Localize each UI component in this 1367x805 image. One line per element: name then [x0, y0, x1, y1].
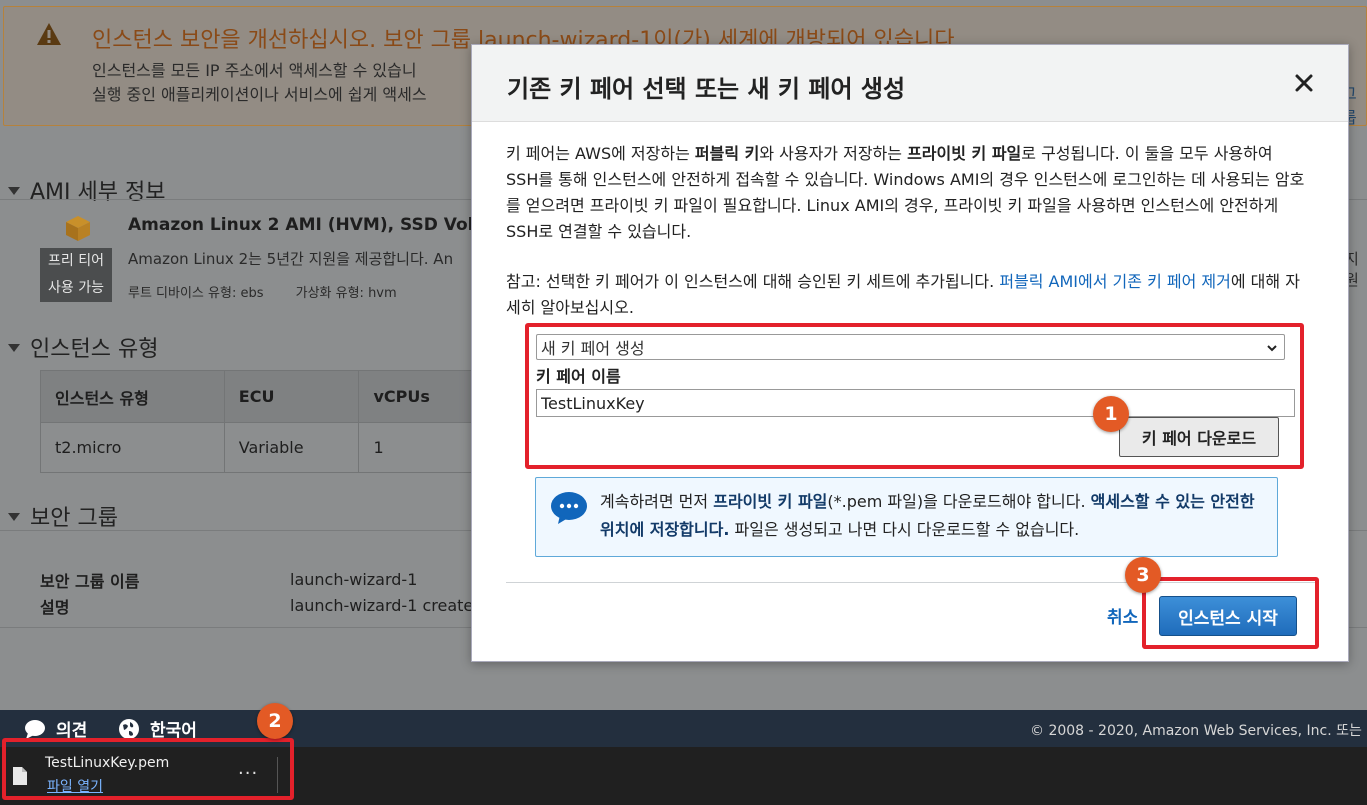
speech-bubble-icon — [25, 719, 45, 739]
collapse-triangle-icon — [8, 513, 20, 521]
warning-icon — [37, 23, 61, 45]
collapse-triangle-icon — [8, 344, 20, 352]
globe-icon — [119, 718, 139, 739]
column-header: 인스턴스 유형 — [40, 370, 225, 423]
free-tier-badge: 프리 티어 사용 가능 — [40, 248, 112, 302]
ami-meta: 루트 디바이스 유형: ebs 가상화 유형: hvm — [128, 282, 425, 301]
info-alert-text: 계속하려면 먼저 프라이빗 키 파일(*.pem 파일)을 다운로드해야 합니다… — [600, 488, 1270, 544]
dialog-header: 기존 키 페어 선택 또는 새 키 페어 생성 — [472, 45, 1348, 122]
annotation-box-2 — [2, 738, 294, 800]
text-run: 와 사용자가 저장하는 — [759, 144, 908, 163]
text-run-bold: 프라이빗 키 파일 — [713, 492, 828, 511]
free-tier-line-1: 프리 티어 — [48, 253, 104, 269]
annotation-badge-3: 3 — [1125, 557, 1161, 593]
root-device-type: 루트 디바이스 유형: ebs — [128, 286, 264, 301]
collapse-triangle-icon — [8, 187, 20, 195]
virtualization-type: 가상화 유형: hvm — [295, 286, 397, 301]
dialog-title: 기존 키 페어 선택 또는 새 키 페어 생성 — [507, 75, 906, 103]
warning-line-1: 인스턴스를 모든 IP 주소에서 액세스할 수 있습니 — [92, 61, 417, 80]
ami-section-heading[interactable]: AMI 세부 정보 — [8, 174, 165, 206]
free-tier-line-2: 사용 가능 — [48, 280, 104, 296]
table-cell: 1 — [358, 422, 480, 473]
table-cell: Variable — [223, 422, 360, 473]
annotation-badge-1: 1 — [1093, 396, 1129, 432]
annotation-box-1 — [525, 323, 1304, 469]
dialog-description: 키 페어는 AWS에 저장하는 퍼블릭 키와 사용자가 저장하는 프라이빗 키 … — [506, 141, 1308, 245]
chat-info-icon — [551, 492, 587, 524]
ami-heading-text: AMI 세부 정보 — [30, 180, 166, 205]
text-run: 파일은 생성되고 나면 다시 다운로드할 수 없습니다. — [729, 520, 1080, 539]
text-run: 참고: 선택한 키 페어가 이 인스턴스에 대해 승인된 키 세트에 추가됩니다… — [506, 272, 1000, 291]
ami-title: Amazon Linux 2 AMI (HVM), SSD Volum — [128, 215, 504, 235]
warning-line-2: 실행 중인 애플리케이션이나 서비스에 쉽게 액세스 — [92, 85, 427, 104]
annotation-badge-2: 2 — [257, 703, 293, 739]
sg-name-value: launch-wizard-1 — [290, 570, 418, 589]
cancel-button[interactable]: 취소 — [1107, 603, 1138, 628]
ami-description: Amazon Linux 2는 5년간 지원을 제공합니다. An — [128, 250, 454, 268]
instance-type-section-heading[interactable]: 인스턴스 유형 — [8, 331, 158, 363]
copyright-text: © 2008 - 2020, Amazon Web Services, Inc.… — [1030, 723, 1367, 739]
text-run: 키 페어는 AWS에 저장하는 — [506, 144, 695, 163]
text-run: 계속하려면 먼저 — [600, 492, 714, 511]
text-run: (*.pem 파일)을 다운로드해야 합니다. — [827, 492, 1091, 511]
security-group-section-heading[interactable]: 보안 그룹 — [8, 500, 118, 532]
table-header-row: 인스턴스 유형 ECU vCPUs — [40, 370, 480, 423]
column-header: ECU — [223, 370, 360, 423]
sg-desc-value: launch-wizard-1 created — [290, 596, 484, 615]
dialog-note: 참고: 선택한 키 페어가 이 인스턴스에 대해 승인된 키 세트에 추가됩니다… — [506, 269, 1308, 321]
instance-type-table: 인스턴스 유형 ECU vCPUs t2.micro Variable 1 — [40, 370, 480, 473]
sg-desc-label: 설명 — [40, 598, 70, 617]
security-group-heading-text: 보안 그룹 — [30, 506, 118, 531]
text-run-bold: 프라이빗 키 파일 — [907, 144, 1022, 163]
text-run-bold: 퍼블릭 키 — [694, 144, 760, 163]
close-icon[interactable] — [1292, 71, 1316, 95]
table-cell: t2.micro — [40, 422, 225, 473]
annotation-box-3 — [1142, 577, 1319, 649]
remove-key-pair-link[interactable]: 퍼블릭 AMI에서 기존 키 페어 제거 — [999, 272, 1231, 291]
sg-name-label: 보안 그룹 이름 — [40, 572, 140, 591]
column-header: vCPUs — [358, 370, 480, 423]
instance-type-heading-text: 인스턴스 유형 — [30, 337, 159, 362]
ami-cube-icon — [66, 216, 90, 241]
table-row: t2.micro Variable 1 — [40, 422, 480, 473]
